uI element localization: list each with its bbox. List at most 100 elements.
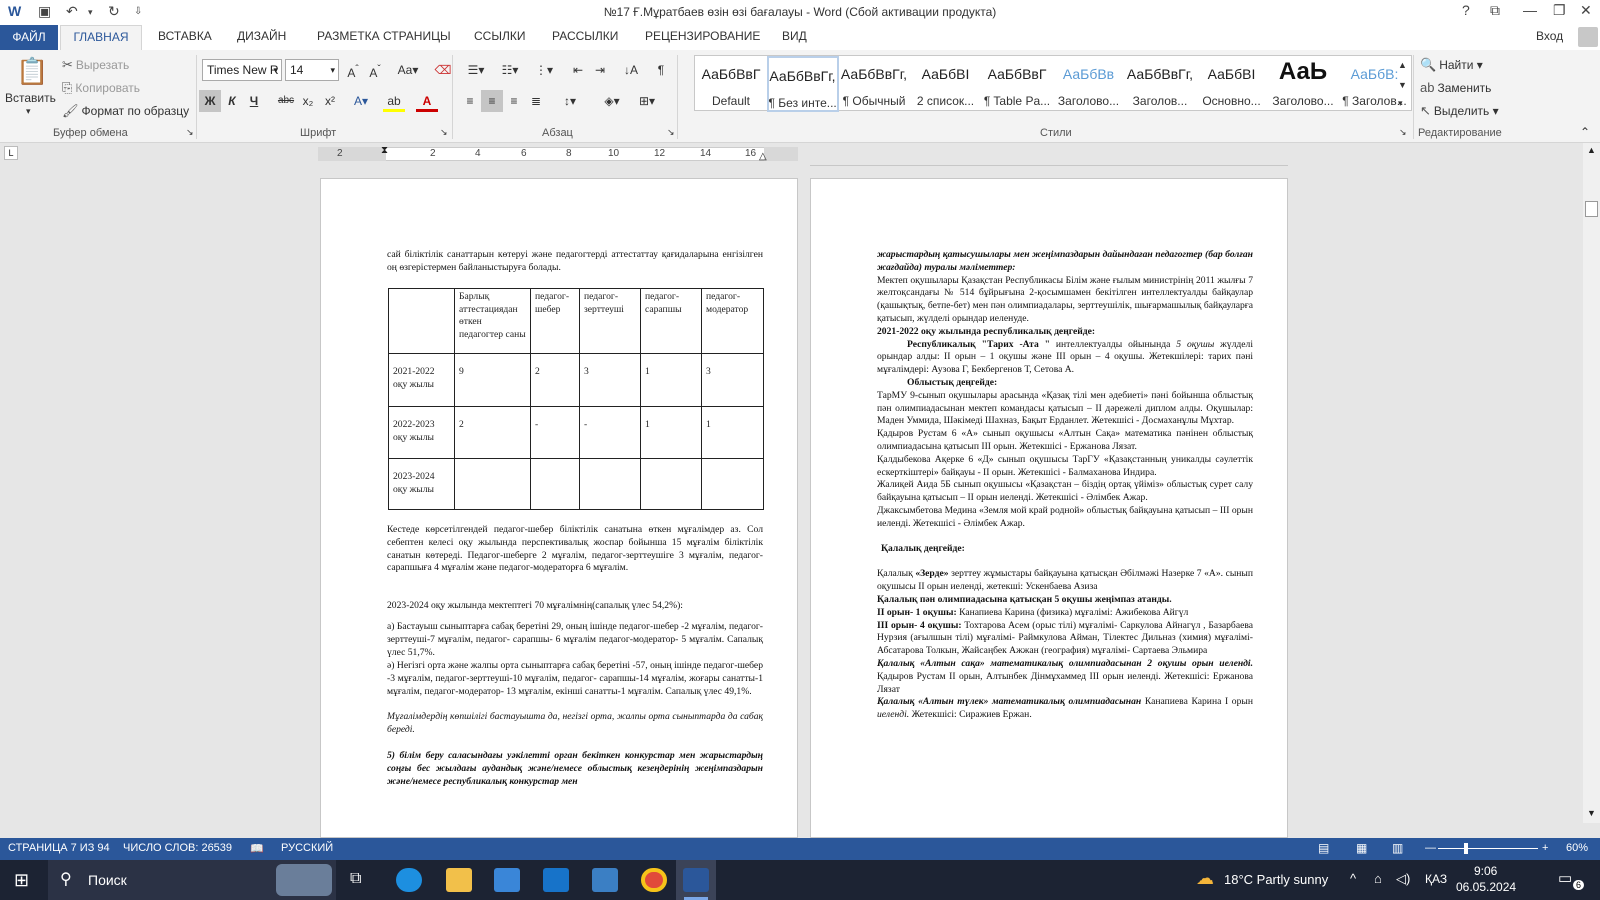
avatar[interactable]	[1578, 27, 1598, 47]
paste-button[interactable]: Вставить	[5, 91, 56, 105]
style-item[interactable]: АаБбВвГ Default	[695, 56, 767, 112]
print-layout-icon[interactable]: ▦	[1356, 841, 1367, 855]
show-marks-icon[interactable]: ¶	[650, 59, 672, 81]
mail-icon[interactable]	[543, 868, 569, 892]
input-language[interactable]: ҚАЗ	[1425, 872, 1447, 886]
tab-mailings[interactable]: РАССЫЛКИ	[552, 29, 618, 43]
notifications-icon[interactable]: ▭	[1558, 869, 1572, 887]
grow-font-icon[interactable]: Aˆ	[342, 59, 364, 81]
multilevel-list-icon[interactable]: ⋮▾	[529, 59, 559, 81]
justify-icon[interactable]: ≣	[525, 90, 547, 112]
word-count[interactable]: ЧИСЛО СЛОВ: 26539	[123, 842, 232, 854]
maximize-button[interactable]: ❐	[1553, 2, 1566, 19]
document-page-left[interactable]: сай біліктілік санаттарын көтеруі және п…	[320, 178, 798, 838]
ribbon-display-icon[interactable]: ⧉	[1490, 2, 1500, 19]
scroll-thumb[interactable]	[1585, 201, 1598, 217]
style-item[interactable]: АаБбВвГг, ¶ Обычный	[838, 56, 910, 112]
chrome-icon[interactable]	[641, 868, 667, 892]
styles-launcher-icon[interactable]: ↘	[1399, 127, 1407, 138]
scroll-up-icon[interactable]: ▲	[1587, 145, 1596, 155]
task-view-icon[interactable]: ⧉	[350, 870, 361, 888]
gallery-more-icon[interactable]: ▾	[1398, 98, 1403, 109]
italic-button[interactable]: К	[221, 90, 243, 112]
superscript-button[interactable]: x²	[319, 90, 341, 112]
ruler-strip[interactable]	[318, 147, 798, 161]
strikethrough-button[interactable]: abc	[275, 90, 297, 112]
replace-button[interactable]: ab Заменить	[1420, 80, 1491, 95]
font-name-box[interactable]: Times New R ▾	[202, 59, 282, 81]
vertical-scrollbar[interactable]: ▲ ▼	[1583, 143, 1600, 823]
zoom-in-icon[interactable]: +	[1542, 842, 1548, 854]
clock-date[interactable]: 06.05.2024	[1456, 880, 1516, 894]
page-count[interactable]: СТРАНИЦА 7 ИЗ 94	[8, 842, 110, 854]
store-icon[interactable]	[494, 868, 520, 892]
style-item[interactable]: АаЬ Заголово...	[1267, 56, 1339, 112]
tab-file[interactable]: ФАЙЛ	[0, 25, 58, 50]
zoom-slider[interactable]	[1438, 848, 1538, 849]
volume-icon[interactable]: ◁)	[1396, 871, 1410, 887]
shading-icon[interactable]: ◈▾	[597, 90, 627, 112]
file-explorer-icon[interactable]	[446, 868, 472, 892]
proofing-icon[interactable]: 📖	[250, 842, 264, 855]
zoom-level[interactable]: 60%	[1566, 842, 1588, 854]
weather-icon[interactable]: ☁	[1196, 868, 1214, 889]
tab-view[interactable]: ВИД	[782, 29, 807, 43]
cut-button[interactable]: ✂ Вырезать	[62, 57, 129, 73]
windows-start-icon[interactable]: ⊞	[14, 870, 29, 891]
remote-desktop-icon[interactable]	[592, 868, 618, 892]
change-case-icon[interactable]: Aa▾	[393, 59, 423, 81]
scroll-down-icon[interactable]: ▼	[1587, 808, 1596, 818]
tab-design[interactable]: ДИЗАЙН	[237, 29, 286, 43]
tab-insert[interactable]: ВСТАВКА	[158, 29, 212, 43]
style-item[interactable]: АаБбВІ Основно...	[1196, 56, 1268, 112]
font-color-icon[interactable]: A	[416, 90, 438, 112]
tab-selector[interactable]: L	[4, 146, 18, 160]
style-item[interactable]: АаБбВвГ ¶ Table Pa...	[981, 56, 1053, 112]
style-item[interactable]: АаБбВІ 2 список...	[910, 56, 982, 112]
word-taskbar-active[interactable]	[676, 860, 716, 900]
web-layout-icon[interactable]: ▥	[1392, 841, 1403, 855]
style-item[interactable]: АаБбВв Заголово...	[1053, 56, 1125, 112]
tab-references[interactable]: ССЫЛКИ	[474, 29, 525, 43]
clock-time[interactable]: 9:06	[1474, 864, 1497, 878]
tab-home[interactable]: ГЛАВНАЯ	[60, 25, 142, 50]
clear-format-icon[interactable]: ⌫	[432, 59, 454, 81]
collapse-ribbon-icon[interactable]: ⌃	[1580, 125, 1590, 139]
clipboard-launcher-icon[interactable]: ↘	[186, 127, 194, 138]
underline-button[interactable]: Ч	[243, 90, 265, 112]
paragraph-launcher-icon[interactable]: ↘	[667, 127, 675, 138]
find-button[interactable]: 🔍 Найти ▾	[1420, 57, 1483, 73]
align-right-icon[interactable]: ≡	[503, 90, 525, 112]
tab-review[interactable]: РЕЦЕНЗИРОВАНИЕ	[645, 29, 760, 43]
document-page-right[interactable]: жарыстардың қатысушылары мен жеңімпаздар…	[810, 178, 1288, 838]
zoom-out-icon[interactable]: —	[1425, 842, 1436, 854]
bullets-icon[interactable]: ☰▾	[461, 59, 491, 81]
edge-icon[interactable]	[396, 868, 422, 892]
shrink-font-icon[interactable]: Aˇ	[364, 59, 386, 81]
gallery-up-icon[interactable]: ▲	[1398, 60, 1407, 70]
copy-button[interactable]: ⎘ Копировать	[62, 80, 140, 96]
align-left-icon[interactable]: ≡	[459, 90, 481, 112]
network-icon[interactable]: ⌂	[1374, 871, 1382, 886]
text-effects-icon[interactable]: A▾	[350, 90, 372, 112]
sign-in-link[interactable]: Вход	[1536, 29, 1563, 43]
language-indicator[interactable]: РУССКИЙ	[281, 842, 333, 854]
minimize-button[interactable]: —	[1523, 2, 1537, 18]
style-item[interactable]: АаБбВвГг, Заголов...	[1124, 56, 1196, 112]
close-button[interactable]: ✕	[1580, 2, 1592, 19]
chevron-up-icon[interactable]: ^	[1350, 871, 1356, 886]
weather-text[interactable]: 18°C Partly sunny	[1224, 872, 1328, 887]
line-spacing-icon[interactable]: ↕▾	[555, 90, 585, 112]
font-launcher-icon[interactable]: ↘	[440, 127, 448, 138]
right-indent-marker-icon[interactable]: △	[759, 151, 767, 162]
read-mode-icon[interactable]: ▤	[1318, 841, 1329, 855]
search-box[interactable]: ⚲ Поиск	[48, 860, 336, 900]
indent-marker-icon[interactable]: ⧗	[381, 145, 388, 156]
help-button[interactable]: ?	[1462, 2, 1470, 18]
zoom-slider-thumb[interactable]	[1464, 843, 1468, 854]
decrease-indent-icon[interactable]: ⇤	[567, 59, 589, 81]
select-button[interactable]: ↖ Выделить ▾	[1420, 103, 1499, 119]
increase-indent-icon[interactable]: ⇥	[589, 59, 611, 81]
sort-icon[interactable]: ↓A	[620, 59, 642, 81]
align-center-icon[interactable]: ≡	[481, 90, 503, 112]
